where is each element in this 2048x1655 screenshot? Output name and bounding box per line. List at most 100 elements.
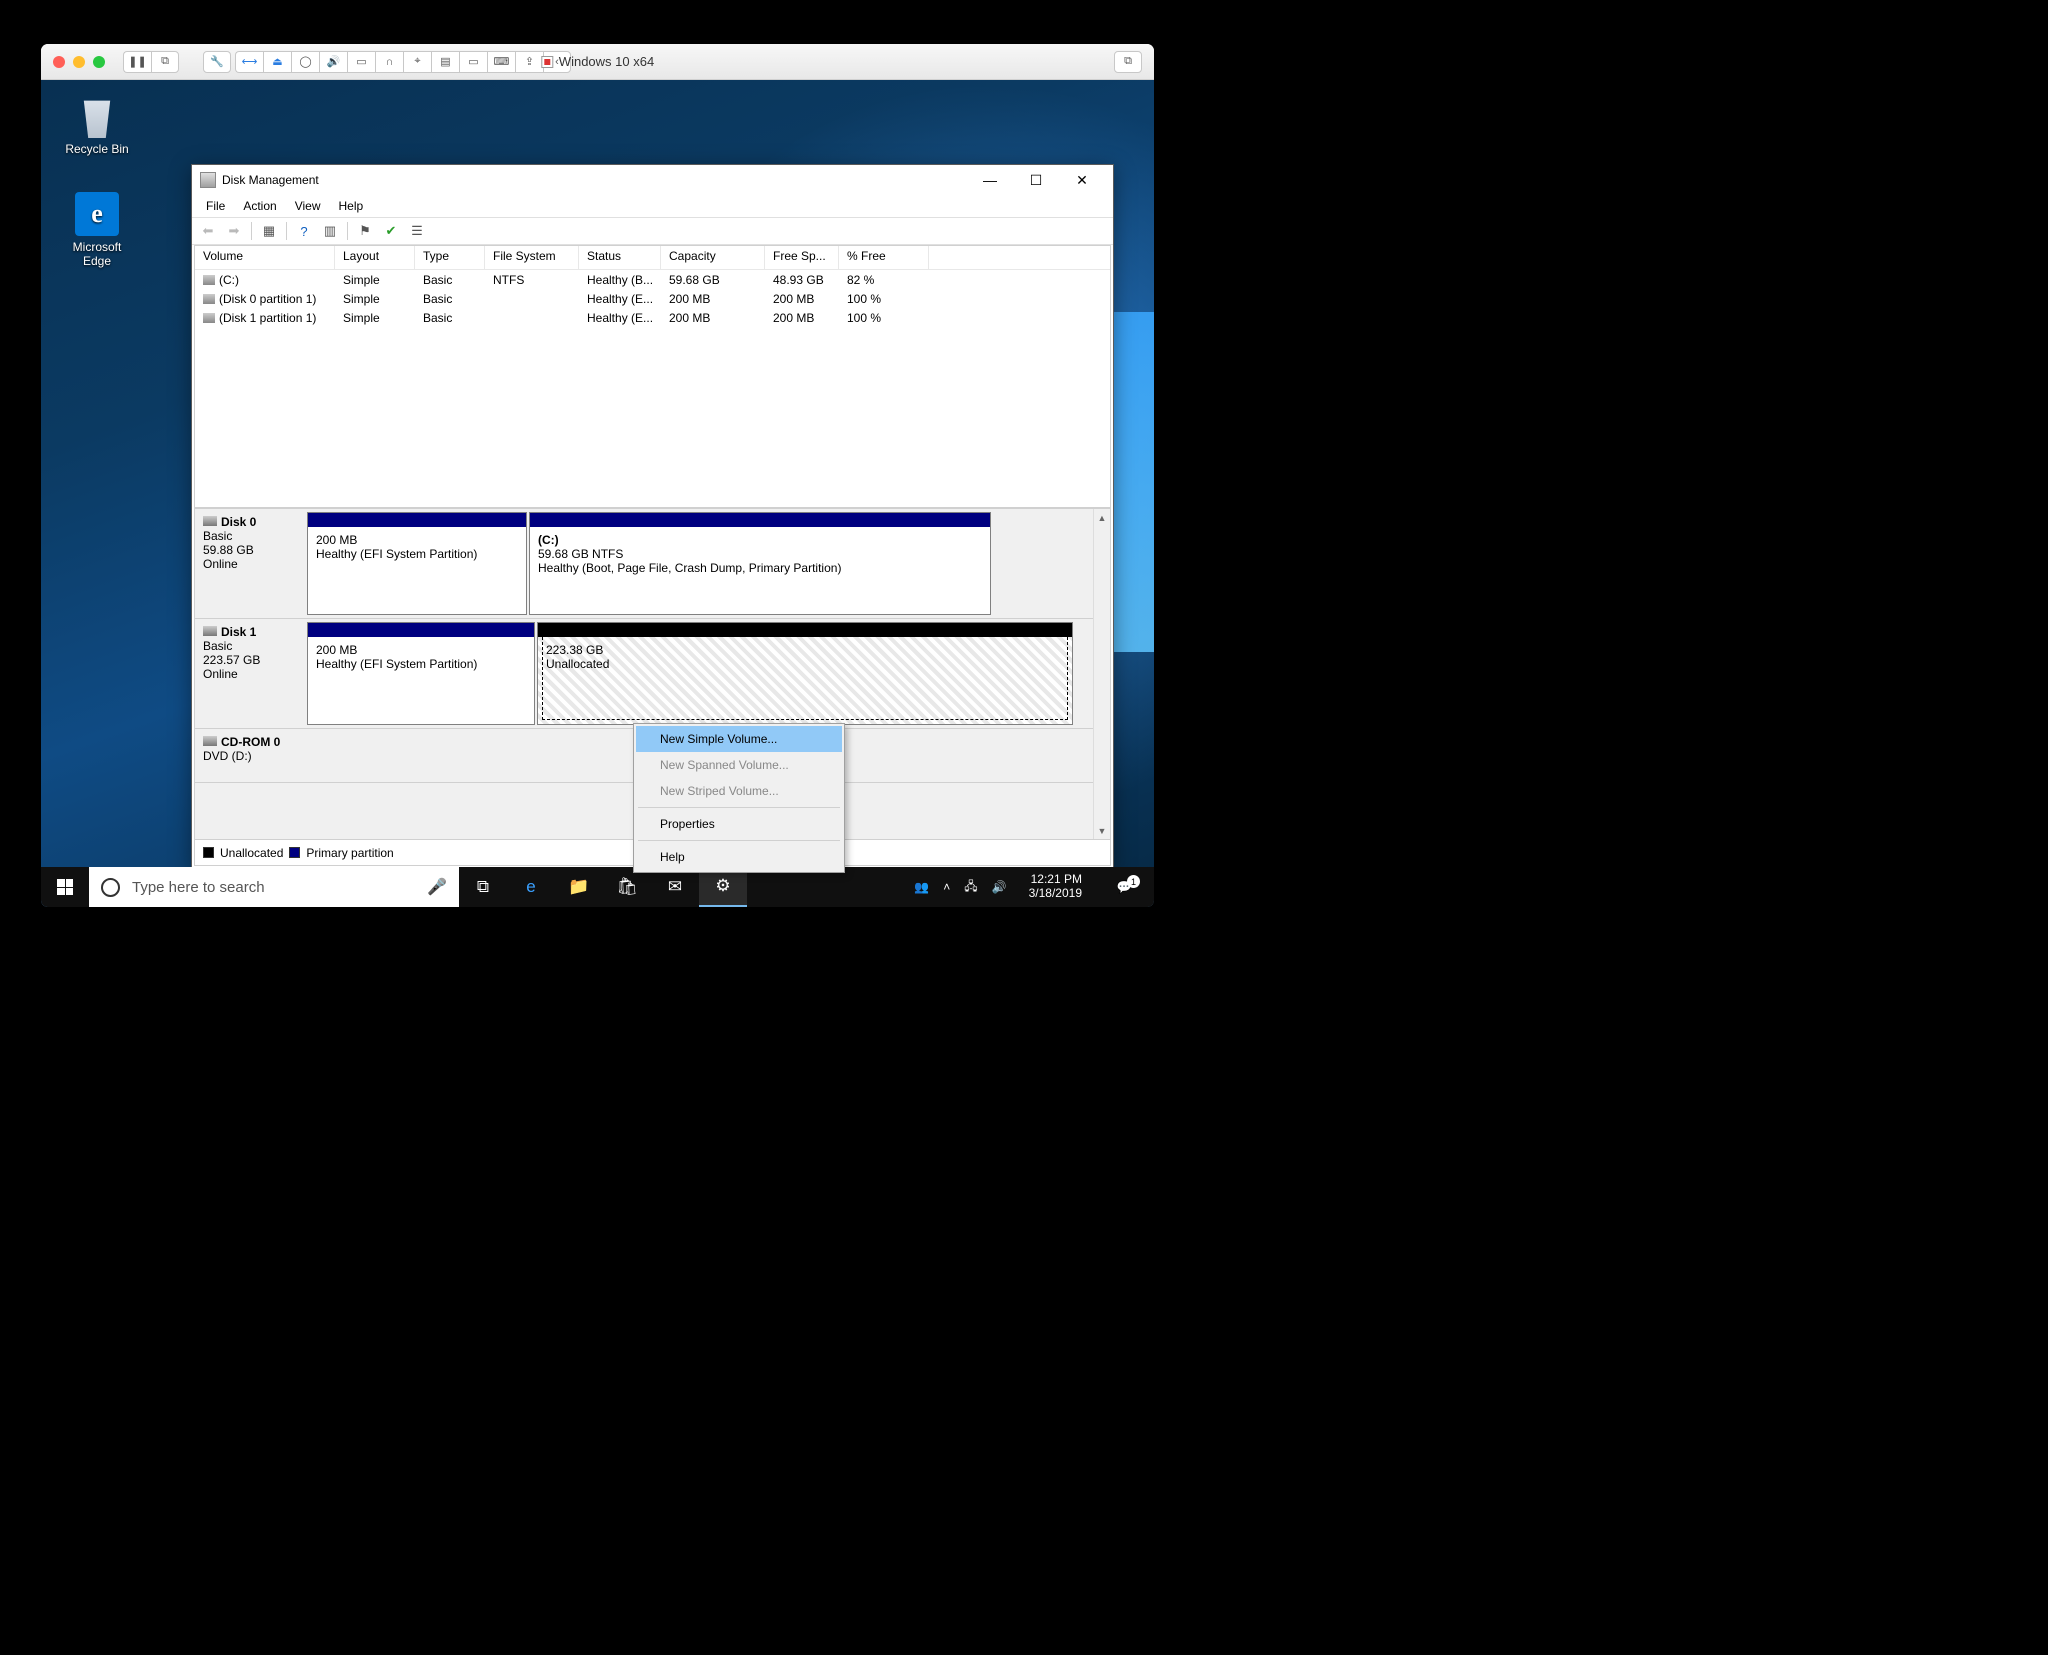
legend-primary-label: Primary partition (306, 846, 393, 860)
col-capacity[interactable]: Capacity (661, 246, 765, 269)
col-volume[interactable]: Volume (195, 246, 335, 269)
mac-host-window: ❚❚ ⧉ 🔧 ⟷ ⏏ ◯ 🔊 ▭ ∩ ⌖ ▤ ▭ ⌨ ⇪ ‹ Win (41, 44, 1154, 907)
vm-tool-camera-icon[interactable]: ▭ (347, 51, 375, 73)
disk-scrollbar[interactable]: ▲ ▼ (1093, 509, 1110, 839)
taskbar-store-button[interactable]: 🛍 (603, 867, 651, 907)
volume-list[interactable]: Volume Layout Type File System Status Ca… (194, 245, 1111, 508)
notification-badge: 1 (1127, 875, 1140, 888)
vm-tool-sound-icon[interactable]: 🔊 (319, 51, 347, 73)
toolbar-forward-button[interactable]: ➡ (222, 220, 246, 242)
toolbar-back-button[interactable]: ⬅ (196, 220, 220, 242)
ctx-new-spanned-volume: New Spanned Volume... (636, 752, 842, 778)
vm-tool-display-icon[interactable]: ▭ (459, 51, 487, 73)
disk-info[interactable]: CD-ROM 0DVD (D:) (195, 729, 307, 782)
toolbar-refresh-button[interactable]: ▦ (257, 220, 281, 242)
windows-taskbar: Type here to search 🎤 ⧉ e 📁 🛍 ✉ ⚙ 👥 ˄ 🖧 … (41, 867, 1154, 907)
dm-title-text: Disk Management (222, 173, 319, 187)
dm-maximize-button[interactable]: ☐ (1013, 165, 1059, 195)
ctx-new-simple-volume[interactable]: New Simple Volume... (636, 726, 842, 752)
dm-close-button[interactable]: ✕ (1059, 165, 1105, 195)
mac-titlebar: ❚❚ ⧉ 🔧 ⟷ ⏏ ◯ 🔊 ▭ ∩ ⌖ ▤ ▭ ⌨ ⇪ ‹ Win (41, 44, 1154, 80)
vm-tool-user-icon[interactable]: ◯ (291, 51, 319, 73)
toolbar-view-button[interactable]: ▥ (318, 220, 342, 242)
partition-primary[interactable]: 200 MBHealthy (EFI System Partition) (307, 622, 535, 725)
mac-minimize-button[interactable] (73, 56, 85, 68)
vm-tool-disk-icon[interactable]: ⏏ (263, 51, 291, 73)
vm-fullscreen-button[interactable]: ⧉ (1114, 51, 1142, 73)
mac-window-title-text: Windows 10 x64 (559, 54, 654, 69)
start-button[interactable] (41, 867, 89, 907)
disk-info[interactable]: Disk 1Basic223.57 GBOnline (195, 619, 307, 728)
vm-snapshot-button[interactable]: ⧉ (151, 51, 179, 73)
vm-tool-mouse-icon[interactable]: ⌖ (403, 51, 431, 73)
volume-row[interactable]: (C:)SimpleBasicNTFSHealthy (B...59.68 GB… (195, 270, 1110, 289)
toolbar-check-button[interactable]: ✔ (379, 220, 403, 242)
action-center-button[interactable]: 💬1 (1104, 880, 1144, 894)
taskbar-search[interactable]: Type here to search 🎤 (89, 867, 459, 907)
taskbar-mail-button[interactable]: ✉ (651, 867, 699, 907)
edge-label: Microsoft Edge (59, 240, 135, 268)
task-view-button[interactable]: ⧉ (459, 867, 507, 907)
clock-time: 12:21 PM (1029, 873, 1082, 887)
dm-app-icon (200, 172, 216, 188)
toolbar-list-button[interactable]: ☰ (405, 220, 429, 242)
tray-network-icon[interactable]: 🖧 (964, 877, 977, 898)
windows-desktop[interactable]: Recycle Bin e Microsoft Edge Disk Manage… (41, 80, 1154, 907)
vm-tool-resize-icon[interactable]: ⟷ (235, 51, 263, 73)
taskbar-disk-mgmt-button[interactable]: ⚙ (699, 867, 747, 907)
toolbar-help-button[interactable]: ? (292, 220, 316, 242)
menu-file[interactable]: File (198, 197, 233, 215)
col-fs[interactable]: File System (485, 246, 579, 269)
volume-row[interactable]: (Disk 0 partition 1)SimpleBasicHealthy (… (195, 289, 1110, 308)
cortana-icon (101, 878, 120, 897)
vm-tool-net-icon[interactable]: ▤ (431, 51, 459, 73)
taskbar-edge-button[interactable]: e (507, 867, 555, 907)
dm-minimize-button[interactable]: — (967, 165, 1013, 195)
clock-date: 3/18/2019 (1029, 887, 1082, 901)
mic-icon[interactable]: 🎤 (427, 877, 447, 897)
dm-titlebar[interactable]: Disk Management — ☐ ✕ (192, 165, 1113, 195)
tray-overflow-icon[interactable]: ˄ (943, 880, 950, 894)
col-layout[interactable]: Layout (335, 246, 415, 269)
windows-logo-icon (57, 879, 73, 895)
scroll-down-icon[interactable]: ▼ (1094, 822, 1110, 839)
mac-maximize-button[interactable] (93, 56, 105, 68)
recycle-bin-label: Recycle Bin (59, 142, 135, 156)
vm-pause-button[interactable]: ❚❚ (123, 51, 151, 73)
edge-icon[interactable]: e Microsoft Edge (59, 192, 135, 268)
mac-close-button[interactable] (53, 56, 65, 68)
tray-people-icon[interactable]: 👥 (914, 880, 929, 894)
taskbar-clock[interactable]: 12:21 PM 3/18/2019 (1021, 873, 1090, 901)
menu-action[interactable]: Action (235, 197, 284, 215)
volume-row[interactable]: (Disk 1 partition 1)SimpleBasicHealthy (… (195, 308, 1110, 327)
mac-window-title: Windows 10 x64 (541, 54, 654, 69)
recycle-bin-icon[interactable]: Recycle Bin (59, 94, 135, 156)
tray-volume-icon[interactable]: 🔊 (992, 880, 1007, 894)
partition-unallocated[interactable]: 223.38 GBUnallocated (537, 622, 1073, 725)
vm-tool-keyboard-icon[interactable]: ⌨ (487, 51, 515, 73)
col-pct[interactable]: % Free (839, 246, 929, 269)
disk-row: Disk 0Basic59.88 GBOnline200 MBHealthy (… (195, 509, 1093, 619)
disk-management-window: Disk Management — ☐ ✕ File Action View H… (191, 164, 1114, 869)
legend-unalloc-swatch (203, 847, 214, 858)
ctx-help[interactable]: Help (636, 844, 842, 870)
disk-info[interactable]: Disk 0Basic59.88 GBOnline (195, 509, 307, 618)
partition-primary[interactable]: 200 MBHealthy (EFI System Partition) (307, 512, 527, 615)
scroll-up-icon[interactable]: ▲ (1094, 509, 1110, 526)
vm-tool-headset-icon[interactable]: ∩ (375, 51, 403, 73)
vm-tool-wrench-icon[interactable]: 🔧 (203, 51, 231, 73)
col-free[interactable]: Free Sp... (765, 246, 839, 269)
disk-row: Disk 1Basic223.57 GBOnline200 MBHealthy … (195, 619, 1093, 729)
ctx-properties[interactable]: Properties (636, 811, 842, 837)
context-menu: New Simple Volume... New Spanned Volume.… (633, 723, 845, 873)
legend-unalloc-label: Unallocated (220, 846, 283, 860)
partition-primary[interactable]: (C:)59.68 GB NTFSHealthy (Boot, Page Fil… (529, 512, 991, 615)
menu-help[interactable]: Help (331, 197, 372, 215)
vm-tool-share-icon[interactable]: ⇪ (515, 51, 543, 73)
menu-view[interactable]: View (287, 197, 329, 215)
toolbar-settings-button[interactable]: ⚑ (353, 220, 377, 242)
taskbar-explorer-button[interactable]: 📁 (555, 867, 603, 907)
col-type[interactable]: Type (415, 246, 485, 269)
dm-menubar: File Action View Help (192, 195, 1113, 217)
col-status[interactable]: Status (579, 246, 661, 269)
